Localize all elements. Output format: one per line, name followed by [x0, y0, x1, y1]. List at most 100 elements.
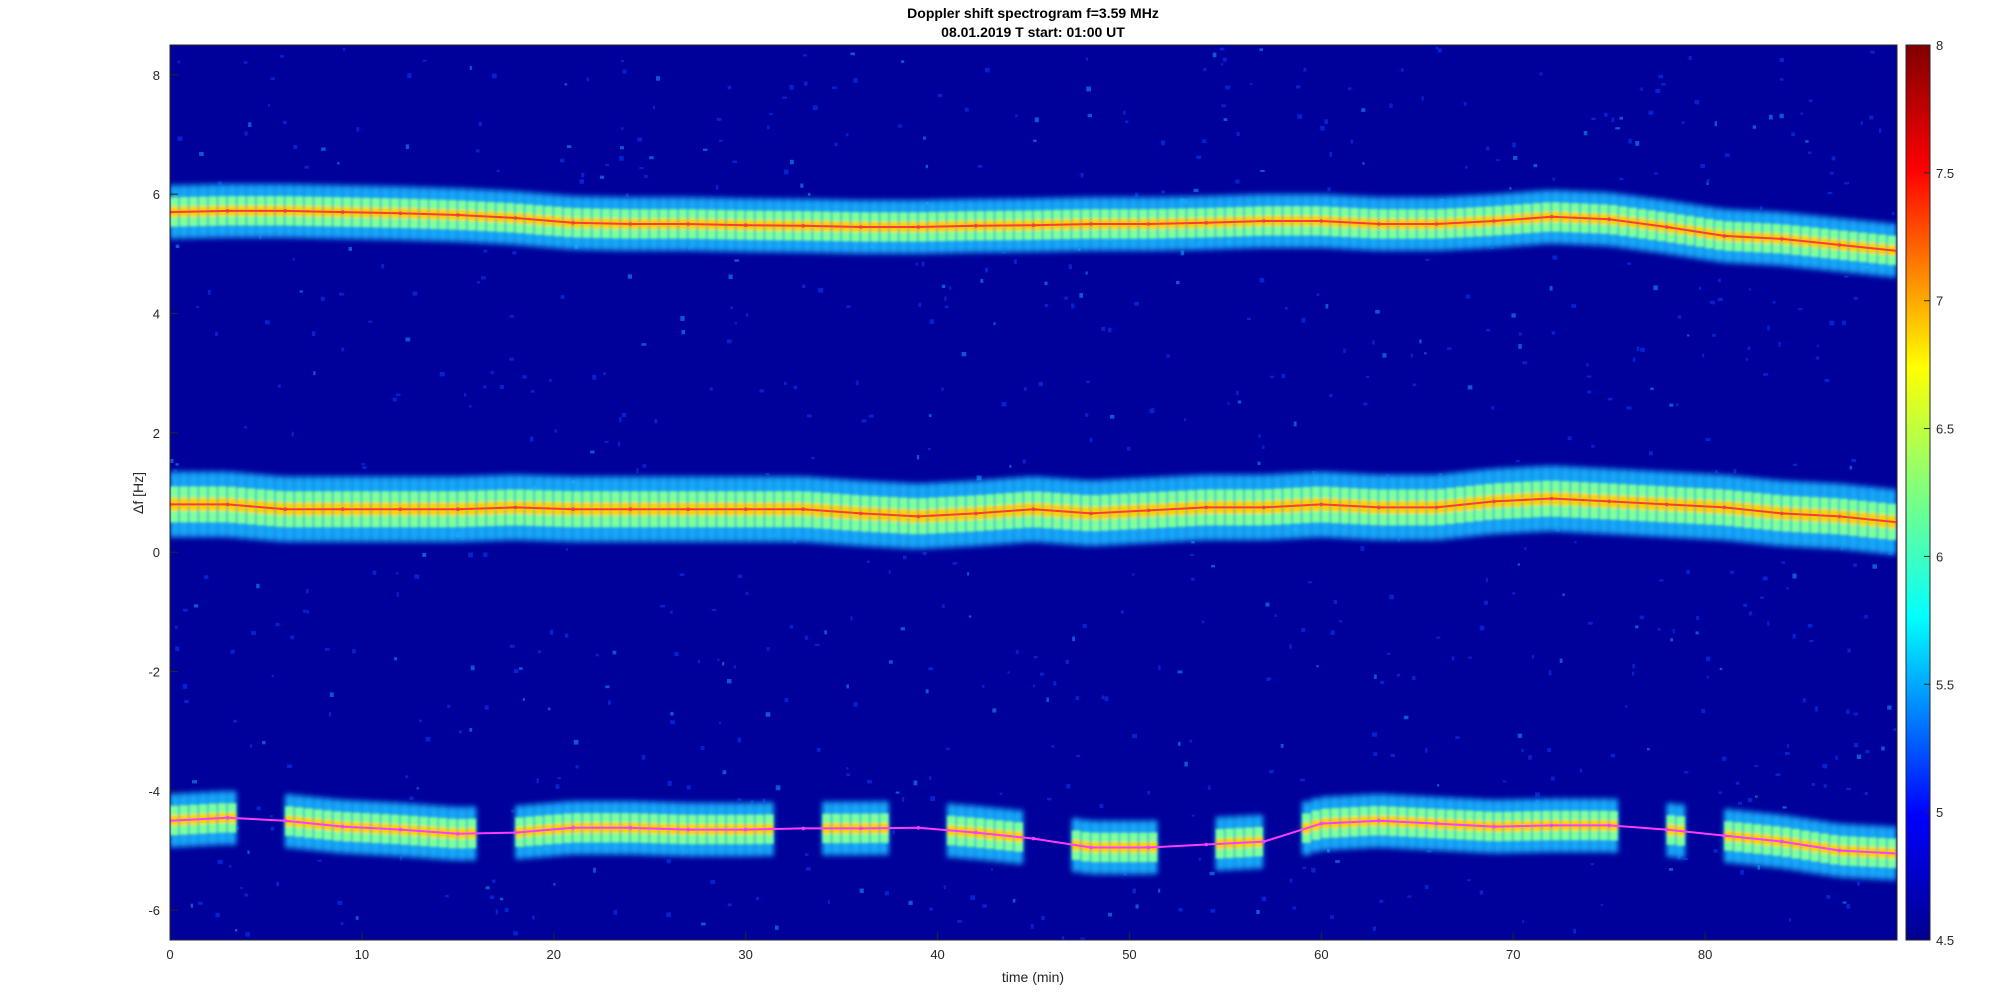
series-point	[1607, 499, 1611, 504]
noise-speck	[759, 389, 764, 393]
noise-speck	[1579, 768, 1583, 773]
noise-speck	[1681, 121, 1685, 124]
noise-speck	[484, 705, 489, 710]
noise-speck	[1372, 732, 1377, 737]
noise-speck	[1257, 461, 1261, 465]
noise-speck	[952, 562, 958, 565]
noise-speck	[485, 886, 490, 890]
noise-speck	[928, 667, 934, 671]
noise-speck	[554, 429, 557, 433]
noise-speck	[1849, 465, 1852, 470]
noise-speck	[1587, 622, 1593, 625]
noise-speck	[1759, 596, 1764, 599]
series-point	[1031, 223, 1036, 227]
noise-speck	[1256, 909, 1260, 915]
series-point	[974, 224, 978, 228]
series-point	[686, 222, 690, 226]
noise-speck	[1591, 444, 1595, 448]
noise-speck	[1302, 866, 1307, 870]
noise-speck	[1259, 277, 1265, 283]
noise-speck	[1297, 114, 1302, 119]
noise-speck	[1763, 373, 1768, 376]
series-point	[974, 830, 978, 835]
series-point	[456, 213, 460, 217]
noise-speck	[395, 393, 401, 397]
noise-speck	[789, 85, 794, 90]
noise-speck	[1066, 784, 1071, 789]
series-point	[1146, 845, 1151, 850]
noise-speck	[1455, 736, 1460, 739]
noise-speck	[1511, 313, 1516, 318]
noise-speck	[1125, 120, 1129, 124]
noise-speck	[595, 653, 599, 657]
noise-speck	[834, 142, 838, 147]
noise-speck	[941, 604, 945, 608]
noise-speck	[481, 276, 486, 280]
noise-speck	[1639, 615, 1644, 620]
noise-speck	[458, 730, 462, 734]
noise-speck	[1632, 671, 1635, 676]
noise-speck	[1467, 385, 1473, 390]
noise-speck	[270, 826, 275, 831]
noise-speck	[1524, 547, 1527, 550]
series-point	[225, 502, 230, 507]
noise-speck	[961, 352, 967, 357]
series-point	[1146, 222, 1151, 226]
noise-speck	[674, 652, 679, 657]
noise-speck	[1001, 402, 1007, 407]
noise-speck	[1747, 346, 1751, 350]
noise-speck	[1528, 755, 1532, 760]
noise-speck	[279, 55, 284, 58]
noise-speck	[1533, 164, 1538, 168]
noise-speck	[1615, 127, 1620, 130]
noise-speck	[670, 610, 673, 614]
noise-speck	[1807, 623, 1813, 628]
noise-speck	[1465, 166, 1468, 169]
noise-speck	[832, 86, 837, 89]
noise-speck	[590, 450, 595, 454]
noise-speck	[1811, 783, 1816, 786]
noise-speck	[256, 583, 260, 589]
noise-speck	[1706, 675, 1709, 679]
noise-speck	[196, 306, 200, 308]
noise-speck	[1718, 791, 1722, 794]
noise-speck	[1608, 397, 1613, 401]
noise-speck	[1669, 868, 1673, 871]
noise-speck	[1562, 593, 1565, 596]
noise-speck	[681, 330, 685, 335]
noise-speck	[604, 440, 609, 443]
noise-speck	[1669, 403, 1674, 407]
noise-speck	[1329, 394, 1333, 398]
noise-speck	[818, 287, 824, 293]
noise-speck	[1079, 293, 1083, 298]
noise-speck	[727, 903, 732, 907]
noise-speck	[407, 73, 412, 78]
noise-speck	[619, 417, 622, 423]
noise-speck	[867, 779, 872, 784]
noise-speck	[1844, 182, 1850, 185]
noise-speck	[802, 284, 806, 288]
noise-speck	[1120, 610, 1124, 614]
noise-speck	[1463, 101, 1467, 106]
noise-speck	[866, 560, 870, 563]
series-point	[1031, 507, 1036, 512]
noise-speck	[270, 77, 275, 80]
noise-speck	[1158, 888, 1161, 893]
noise-speck	[1080, 172, 1084, 178]
noise-speck	[1829, 320, 1835, 326]
y-axis-label: Δf [Hz]	[130, 472, 146, 514]
noise-speck	[679, 573, 685, 576]
series-point	[1089, 845, 1093, 850]
noise-speck	[313, 371, 316, 376]
noise-speck	[1436, 636, 1441, 639]
noise-speck	[1586, 375, 1592, 378]
noise-speck	[414, 574, 420, 579]
noise-speck	[1047, 798, 1052, 801]
series-point	[1146, 508, 1151, 513]
noise-speck	[765, 473, 770, 476]
noise-speck	[317, 859, 322, 862]
noise-speck	[1574, 541, 1577, 544]
series-point	[398, 507, 403, 512]
noise-speck	[324, 648, 330, 651]
x-axis-label: time (min)	[1002, 969, 1064, 985]
